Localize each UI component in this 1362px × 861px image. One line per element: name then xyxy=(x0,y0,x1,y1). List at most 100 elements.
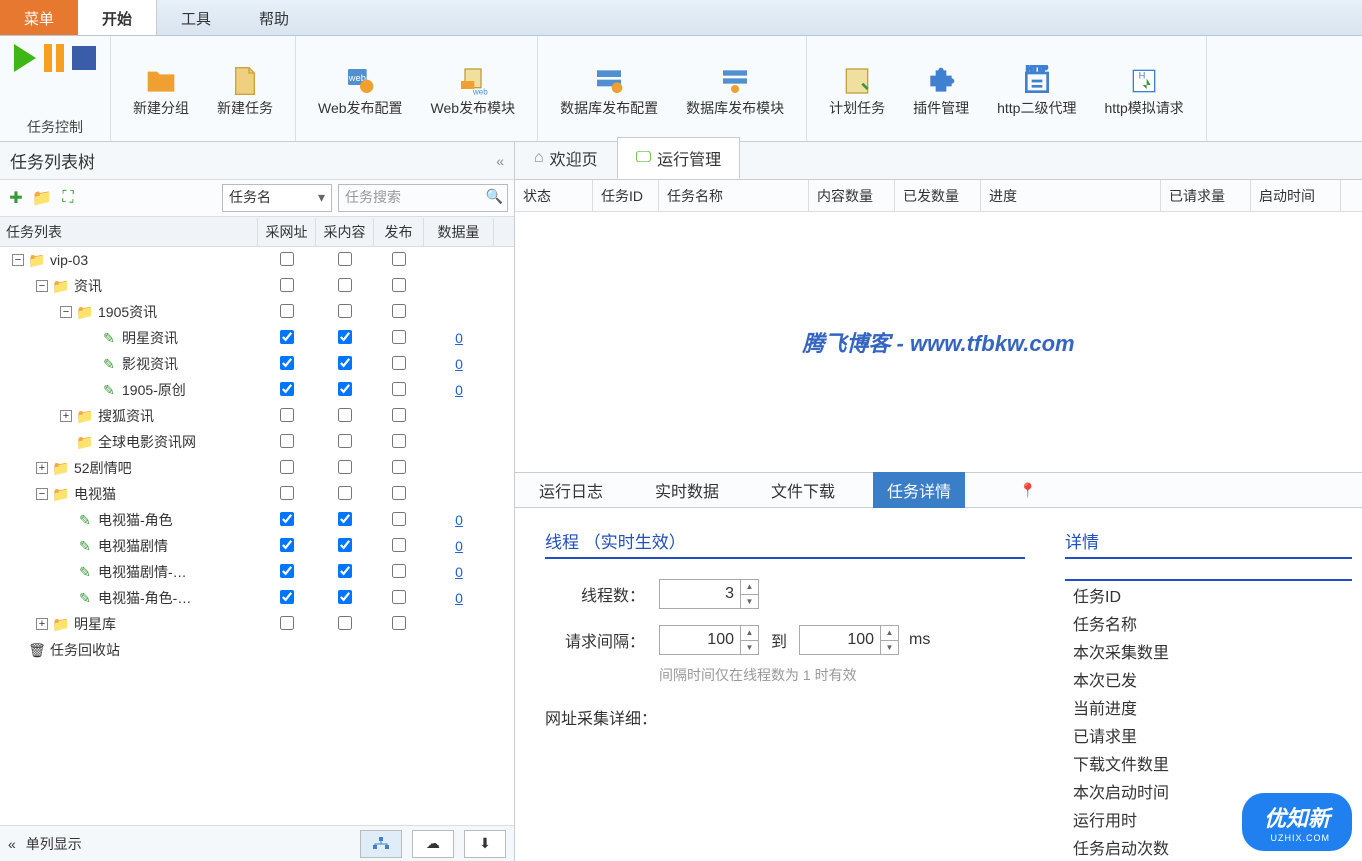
checkbox-pub[interactable] xyxy=(392,460,406,474)
checkbox-url[interactable] xyxy=(280,252,294,266)
checkbox-content[interactable] xyxy=(338,486,352,500)
checkbox-pub[interactable] xyxy=(392,408,406,422)
detail-tab-download[interactable]: 文件下载 xyxy=(757,472,849,508)
data-count-link[interactable]: 0 xyxy=(455,564,463,580)
checkbox-url[interactable] xyxy=(280,564,294,578)
tree-row[interactable]: ✎电视猫剧情-…0 xyxy=(0,559,514,585)
tree-row[interactable]: ✎电视猫剧情0 xyxy=(0,533,514,559)
run-col[interactable]: 进度 xyxy=(981,180,1161,211)
tree-toggle-icon[interactable]: + xyxy=(60,410,72,422)
checkbox-url[interactable] xyxy=(280,538,294,552)
col-data[interactable]: 数据量 xyxy=(424,218,494,246)
checkbox-pub[interactable] xyxy=(392,382,406,396)
run-col[interactable]: 任务ID xyxy=(593,180,659,211)
add-icon[interactable]: ✚ xyxy=(6,188,26,208)
checkbox-content[interactable] xyxy=(338,356,352,370)
thread-count-input[interactable]: 3▲▼ xyxy=(659,579,759,609)
checkbox-pub[interactable] xyxy=(392,356,406,370)
checkbox-content[interactable] xyxy=(338,564,352,578)
checkbox-content[interactable] xyxy=(338,330,352,344)
tree-row[interactable]: ✎明星资讯0 xyxy=(0,325,514,351)
tree-row[interactable]: ✎电视猫-角色0 xyxy=(0,507,514,533)
checkbox-url[interactable] xyxy=(280,382,294,396)
new-task-button[interactable]: 新建任务 xyxy=(209,58,281,124)
tree-toggle-icon[interactable]: − xyxy=(60,306,72,318)
checkbox-url[interactable] xyxy=(280,616,294,630)
spin-down-icon[interactable]: ▼ xyxy=(741,595,758,609)
folder-add-icon[interactable]: 📁 xyxy=(32,188,52,208)
checkbox-pub[interactable] xyxy=(392,590,406,604)
checkbox-pub[interactable] xyxy=(392,538,406,552)
tree-toggle-icon[interactable]: − xyxy=(12,254,24,266)
checkbox-pub[interactable] xyxy=(392,564,406,578)
data-count-link[interactable]: 0 xyxy=(455,538,463,554)
tree-row[interactable]: 🗑任务回收站 xyxy=(0,637,514,663)
col-task-list[interactable]: 任务列表 xyxy=(0,218,258,246)
checkbox-url[interactable] xyxy=(280,304,294,318)
checkbox-content[interactable] xyxy=(338,382,352,396)
checkbox-content[interactable] xyxy=(338,538,352,552)
collapse-sidebar-icon[interactable]: « xyxy=(496,153,504,169)
pin-icon[interactable]: 📍 xyxy=(1019,482,1036,499)
menu-tab-start[interactable]: 开始 xyxy=(78,0,157,35)
view-button-2[interactable]: ☁ xyxy=(412,830,454,858)
filter-field-select[interactable]: 任务名 xyxy=(222,184,332,212)
run-col[interactable]: 状态 xyxy=(515,180,593,211)
data-count-link[interactable]: 0 xyxy=(455,382,463,398)
tree-row[interactable]: ✎影视资讯0 xyxy=(0,351,514,377)
run-col[interactable]: 已发数量 xyxy=(895,180,981,211)
checkbox-pub[interactable] xyxy=(392,486,406,500)
tree-row[interactable]: −📁资讯 xyxy=(0,273,514,299)
checkbox-content[interactable] xyxy=(338,278,352,292)
checkbox-pub[interactable] xyxy=(392,304,406,318)
http-simulate-button[interactable]: H http模拟请求 xyxy=(1096,58,1191,124)
checkbox-content[interactable] xyxy=(338,434,352,448)
search-input[interactable]: 任务搜索 xyxy=(338,184,508,212)
checkbox-pub[interactable] xyxy=(392,434,406,448)
checkbox-url[interactable] xyxy=(280,330,294,344)
pause-icon[interactable] xyxy=(44,44,64,72)
checkbox-url[interactable] xyxy=(280,590,294,604)
col-publish[interactable]: 发布 xyxy=(374,218,424,246)
checkbox-pub[interactable] xyxy=(392,512,406,526)
tree-toggle-icon[interactable]: + xyxy=(36,462,48,474)
spin-up-icon[interactable]: ▲ xyxy=(741,580,758,595)
interval-to-input[interactable]: 100▲▼ xyxy=(799,625,899,655)
detail-tab-log[interactable]: 运行日志 xyxy=(525,472,617,508)
checkbox-url[interactable] xyxy=(280,512,294,526)
tree-row[interactable]: ✎电视猫-角色-…0 xyxy=(0,585,514,611)
new-group-button[interactable]: 新建分组 xyxy=(125,58,197,124)
checkbox-content[interactable] xyxy=(338,252,352,266)
db-publish-config-button[interactable]: 数据库发布配置 xyxy=(552,58,666,124)
web-publish-module-button[interactable]: web Web发布模块 xyxy=(423,58,524,124)
checkbox-pub[interactable] xyxy=(392,252,406,266)
checkbox-url[interactable] xyxy=(280,486,294,500)
interval-from-input[interactable]: 100▲▼ xyxy=(659,625,759,655)
detail-tab-taskinfo[interactable]: 任务详情 xyxy=(873,472,965,508)
col-url[interactable]: 采网址 xyxy=(258,218,316,246)
view-button-3[interactable]: ⬇ xyxy=(464,830,506,858)
http-proxy-button[interactable]: HTTP http二级代理 xyxy=(989,58,1084,124)
data-count-link[interactable]: 0 xyxy=(455,330,463,346)
checkbox-url[interactable] xyxy=(280,278,294,292)
tree-toggle-icon[interactable]: − xyxy=(36,280,48,292)
menu-tab-help[interactable]: 帮助 xyxy=(235,0,313,35)
tab-welcome[interactable]: ⌂ 欢迎页 xyxy=(515,137,617,179)
checkbox-content[interactable] xyxy=(338,512,352,526)
tree-row[interactable]: −📁vip-03 xyxy=(0,247,514,273)
data-count-link[interactable]: 0 xyxy=(455,590,463,606)
expand-all-icon[interactable]: ⛶ xyxy=(58,188,78,208)
checkbox-url[interactable] xyxy=(280,356,294,370)
play-icon[interactable] xyxy=(14,44,36,72)
view-button-1[interactable] xyxy=(360,830,402,858)
checkbox-pub[interactable] xyxy=(392,278,406,292)
tree-toggle-icon[interactable]: + xyxy=(36,618,48,630)
tree-row[interactable]: 📁全球电影资讯网 xyxy=(0,429,514,455)
tree-row[interactable]: −📁电视猫 xyxy=(0,481,514,507)
tree-row[interactable]: +📁52剧情吧 xyxy=(0,455,514,481)
checkbox-url[interactable] xyxy=(280,408,294,422)
tree-body[interactable]: −📁vip-03−📁资讯−📁1905资讯✎明星资讯0✎影视资讯0✎1905-原创… xyxy=(0,247,514,825)
data-count-link[interactable]: 0 xyxy=(455,512,463,528)
menu-button-main[interactable]: 菜单 xyxy=(0,0,78,35)
col-content[interactable]: 采内容 xyxy=(316,218,374,246)
